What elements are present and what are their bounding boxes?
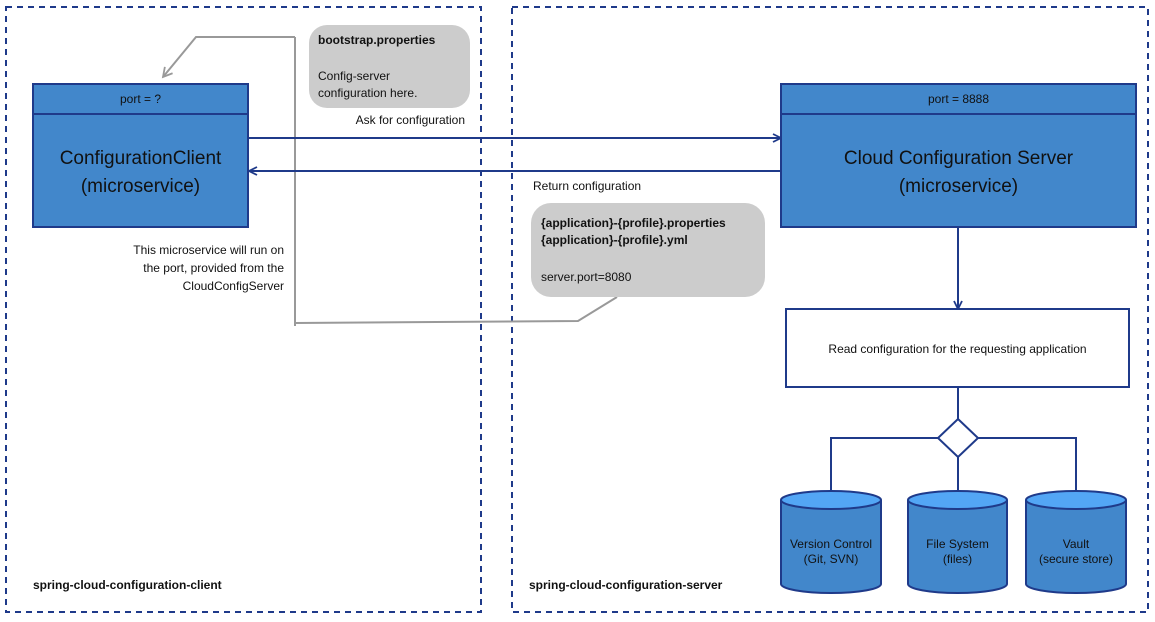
cylinder-top xyxy=(780,490,882,510)
server-box xyxy=(780,113,1137,228)
store-label: (files) xyxy=(943,552,972,566)
data-store-cylinder: Version Control(Git, SVN) xyxy=(780,490,882,594)
client-note: This microservice will run on xyxy=(133,243,284,257)
cylinder-top xyxy=(1025,490,1127,510)
data-store-cylinder: Vault(secure store) xyxy=(1025,490,1127,594)
data-store-cylinder: File System(files) xyxy=(907,490,1008,594)
bootstrap-line: Config-server xyxy=(318,69,390,83)
client-subtitle: (microservice) xyxy=(81,176,200,197)
config-file-name: {application}-{profile}.properties xyxy=(541,216,726,230)
decision-diamond xyxy=(936,417,980,459)
return-label: Return configuration xyxy=(533,179,641,193)
config-body: server.port=8080 xyxy=(541,270,632,284)
store-label: Version Control xyxy=(790,537,872,551)
config-file-name: {application}-{profile}.yml xyxy=(541,233,688,247)
bootstrap-title: bootstrap.properties xyxy=(318,33,436,47)
store-label: File System xyxy=(926,537,989,551)
server-container-label: spring-cloud-configuration-server xyxy=(529,578,723,592)
diagram: spring-cloud-configuration-client spring… xyxy=(0,0,1155,622)
server-title: Cloud Configuration Server xyxy=(844,148,1074,169)
store-label: (secure store) xyxy=(1039,552,1113,566)
diagram-canvas: spring-cloud-configuration-client spring… xyxy=(5,6,1149,613)
client-port-label: port = ? xyxy=(120,92,161,106)
client-note: CloudConfigServer xyxy=(183,279,284,293)
store-label: (Git, SVN) xyxy=(804,552,859,566)
cylinder-top xyxy=(907,490,1008,510)
server-port-label: port = 8888 xyxy=(928,92,989,106)
ask-label: Ask for configuration xyxy=(356,113,465,127)
client-title: ConfigurationClient xyxy=(60,148,222,169)
store-label: Vault xyxy=(1063,537,1090,551)
bootstrap-line: configuration here. xyxy=(318,86,417,100)
client-container-label: spring-cloud-configuration-client xyxy=(33,578,222,592)
server-subtitle: (microservice) xyxy=(899,176,1018,197)
client-note: the port, provided from the xyxy=(143,261,284,275)
client-box xyxy=(32,113,249,228)
read-config-label: Read configuration for the requesting ap… xyxy=(828,342,1086,356)
